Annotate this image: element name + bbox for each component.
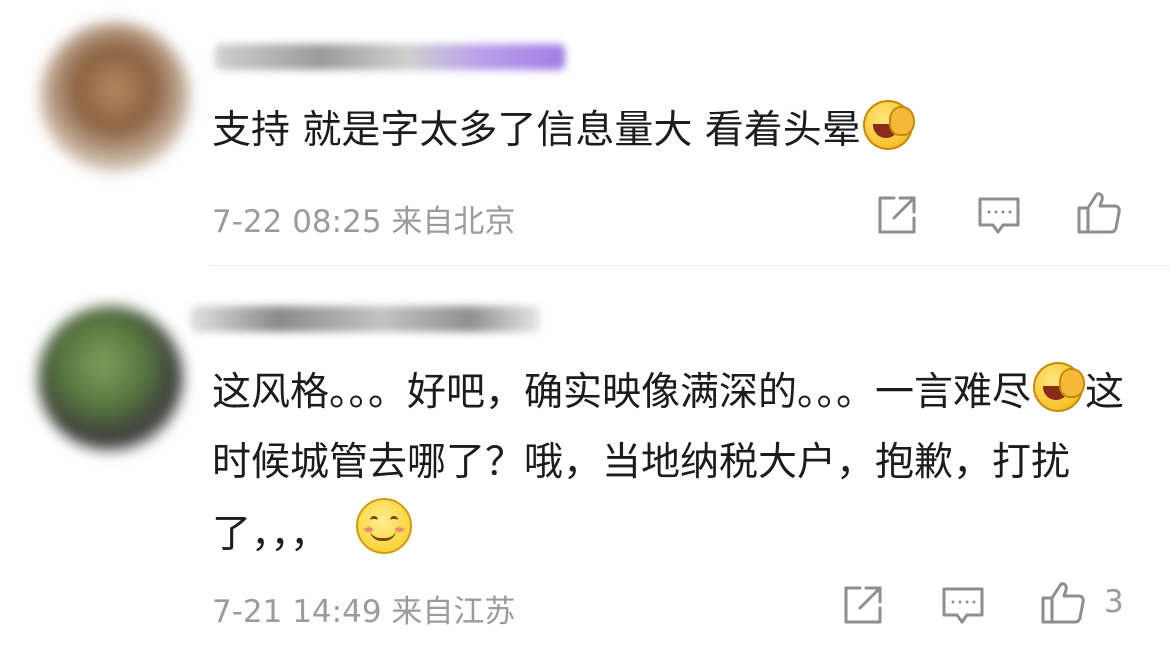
laugh-cry-emoji: [1033, 362, 1086, 412]
username-blurred[interactable]: [215, 44, 565, 70]
reply-button[interactable]: [940, 582, 986, 628]
thumbs-up-icon: [1077, 192, 1121, 234]
smile-emoji: [355, 498, 412, 554]
avatar[interactable]: [38, 306, 183, 451]
comment-text: 支持 就是字太多了信息量大 看着头晕: [212, 96, 1142, 166]
thumbs-up-icon: [1041, 582, 1085, 624]
share-button[interactable]: [874, 192, 920, 238]
like-count: 3: [1104, 584, 1124, 620]
comment-icon: [978, 197, 1020, 234]
like-button[interactable]: [1076, 189, 1122, 235]
share-icon: [878, 196, 916, 234]
comment-item: 这风格。。。好吧，确实映像满深的。。。一言难尽 这时候城管去哪了？哦，当地纳税大户…: [0, 266, 1170, 648]
location: 来自江苏: [391, 594, 516, 630]
like-button[interactable]: [1040, 579, 1086, 625]
comment-meta: 7-22 08:25 来自北京: [212, 196, 515, 241]
avatar[interactable]: [40, 22, 190, 172]
username-blurred[interactable]: [190, 306, 540, 332]
comment-text-part: 支持 就是字太多了信息量大 看着头晕: [212, 108, 861, 153]
timestamp: 7-21 14:49: [212, 594, 382, 630]
share-button[interactable]: [840, 582, 886, 628]
reply-button[interactable]: [976, 192, 1022, 238]
comment-meta: 7-21 14:49 来自江苏: [212, 586, 515, 631]
comment-icon: [942, 587, 984, 624]
timestamp: 7-22 08:25: [212, 204, 382, 240]
comment-text-part: 这风格。。。好吧，确实映像满深的。。。一言难尽: [212, 370, 1032, 415]
comment-item: 支持 就是字太多了信息量大 看着头晕 7-22 08:25 来自北京: [0, 0, 1170, 266]
location: 来自北京: [391, 204, 516, 240]
comment-text: 这风格。。。好吧，确实映像满深的。。。一言难尽 这时候城管去哪了？哦，当地纳税大户…: [212, 358, 1142, 570]
share-icon: [844, 586, 882, 624]
laugh-cry-emoji: [862, 100, 915, 150]
